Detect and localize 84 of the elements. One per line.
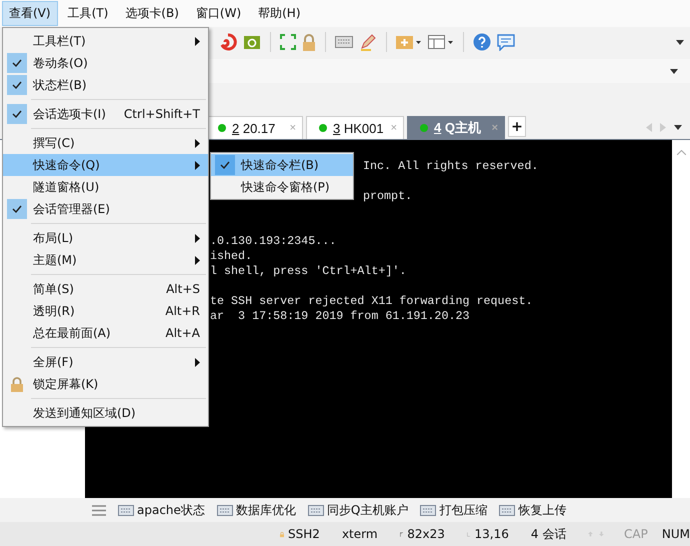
- submenu-arrow-icon: [195, 234, 200, 242]
- help-icon[interactable]: [473, 33, 491, 51]
- menu-bar-item[interactable]: 选项卡(B): [118, 1, 186, 26]
- terminal-line: te SSH server rejected X11 forwarding request.: [210, 294, 533, 309]
- checkmark-icon: [7, 75, 27, 95]
- caret-icon[interactable]: [670, 68, 678, 74]
- menu-bar-item[interactable]: 帮助(H): [251, 1, 308, 26]
- checkmark-icon: [7, 104, 27, 124]
- key-indicator: CAP: [624, 527, 648, 541]
- terminal-line: ar 3 17:58:19 2019 from 61.191.20.23: [210, 309, 470, 324]
- menu-item[interactable]: 卷动条(O): [3, 52, 208, 74]
- layout-icon[interactable]: [428, 34, 454, 50]
- menu-item[interactable]: 锁定屏幕(K): [3, 373, 208, 395]
- quick-command-button[interactable]: 数据库优化: [216, 502, 296, 518]
- status-text: 82x23: [407, 527, 445, 541]
- menu-item[interactable]: 发送到通知区域(D): [3, 402, 208, 424]
- status-dot-icon: [319, 124, 327, 132]
- menu-item[interactable]: 布局(L): [3, 227, 208, 249]
- session-tab[interactable]: 3 HK001 ×: [306, 116, 404, 139]
- status-dot-icon: [420, 124, 428, 132]
- menu-item[interactable]: 状态栏(B): [3, 74, 208, 96]
- status-text: SSH2: [288, 527, 320, 541]
- pen-icon[interactable]: [359, 33, 377, 51]
- menu-item[interactable]: 隧道窗格(U): [3, 176, 208, 198]
- caret-icon[interactable]: [674, 125, 682, 130]
- checkmark-icon: [7, 199, 27, 219]
- menu-item[interactable]: 快速命令(Q): [3, 154, 208, 176]
- tab-label: 3 HK001: [333, 120, 384, 136]
- menu-item[interactable]: 全屏(F): [3, 351, 208, 373]
- fullscreen-icon[interactable]: [280, 34, 296, 50]
- keyboard-icon: [420, 504, 436, 516]
- keyboard-icon[interactable]: [335, 36, 353, 48]
- checkmark-icon: [7, 53, 27, 73]
- keyboard-icon: [499, 504, 516, 516]
- menu-bar-item[interactable]: 工具(T): [60, 1, 116, 26]
- checkmark-icon: [215, 155, 235, 175]
- menu-bar-item[interactable]: 查看(V): [2, 1, 58, 26]
- folder-icon[interactable]: [243, 34, 261, 50]
- tab-label: 2 20.17: [232, 120, 276, 136]
- menu-item[interactable]: 总在最前面(A) Alt+A: [3, 322, 208, 344]
- status-text: 13,16: [474, 527, 509, 541]
- lock-icon[interactable]: [302, 34, 316, 50]
- menu-icon[interactable]: [92, 504, 106, 516]
- new-tab-button[interactable]: +: [508, 116, 526, 137]
- menu-item[interactable]: 撰写(C): [3, 132, 208, 154]
- submenu-arrow-icon: [195, 358, 200, 366]
- menu-item[interactable]: 简单(S) Alt+S: [3, 278, 208, 300]
- menu-item[interactable]: 会话选项卡(I) Ctrl+Shift+T: [3, 103, 208, 125]
- chat-icon[interactable]: [497, 34, 515, 50]
- caret-icon[interactable]: [676, 40, 684, 44]
- terminal-line: prompt.: [363, 189, 412, 204]
- terminal-line: .0.130.193:2345...: [210, 234, 336, 249]
- submenu-arrow-icon: [195, 138, 200, 148]
- menu-item[interactable]: 主题(M): [3, 249, 208, 271]
- session-tab[interactable]: 4 Q主机 ×: [407, 116, 505, 139]
- new-folder-icon[interactable]: [396, 34, 422, 50]
- menu-bar-item[interactable]: 窗口(W): [188, 1, 248, 26]
- quick-command-button[interactable]: 恢复上传: [499, 502, 566, 518]
- keyboard-icon: [216, 504, 233, 516]
- tab-label: 4 Q主机: [434, 119, 481, 137]
- menu-item[interactable]: 透明(R) Alt+R: [3, 300, 208, 322]
- status-text: 4 会话: [530, 526, 566, 542]
- submenu-arrow-icon: [195, 256, 200, 264]
- scroll-up-icon[interactable]: [676, 150, 686, 155]
- quick-command-button[interactable]: apache状态: [118, 502, 205, 518]
- quick-command-button[interactable]: 打包压缩: [420, 502, 488, 518]
- key-indicator: NUM: [662, 527, 690, 541]
- spiral-icon[interactable]: [219, 33, 237, 51]
- terminal-line: l shell, press 'Ctrl+Alt+]'.: [210, 264, 406, 279]
- status-dot-icon: [218, 124, 226, 132]
- menu-item[interactable]: 会话管理器(E): [3, 198, 208, 220]
- keyboard-icon: [308, 504, 324, 516]
- keyboard-icon: [118, 504, 134, 516]
- submenu-arrow-icon: [195, 36, 200, 46]
- status-text: xterm: [342, 527, 378, 541]
- lock-icon: [11, 376, 23, 392]
- menu-item[interactable]: 快速命令栏(B): [211, 154, 353, 176]
- terminal-line: Inc. All rights reserved.: [363, 159, 538, 174]
- scrollbar[interactable]: [672, 140, 690, 498]
- quick-command-button[interactable]: 同步Q主机账户: [308, 502, 408, 518]
- menu-item[interactable]: 快速命令窗格(P): [211, 176, 353, 198]
- terminal-line: ished.: [210, 249, 252, 264]
- submenu-arrow-icon: [195, 160, 200, 170]
- menu-item[interactable]: 工具栏(T): [3, 30, 208, 52]
